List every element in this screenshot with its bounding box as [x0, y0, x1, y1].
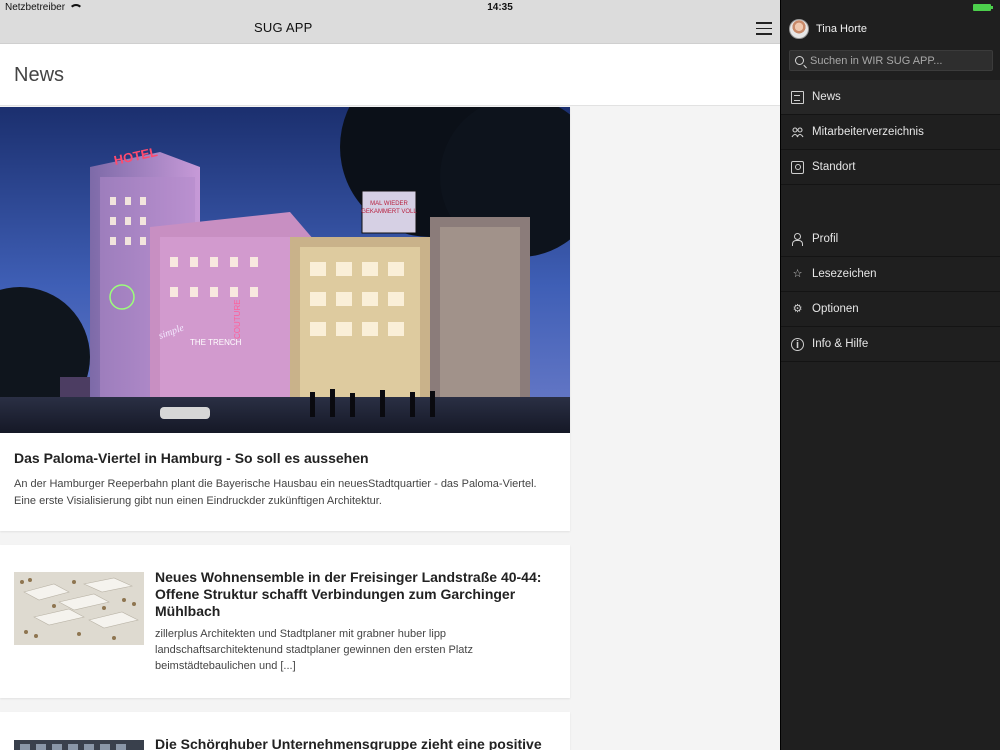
article-title[interactable]: Die Schörghuber Unternehmensgruppe zieht… [155, 736, 555, 750]
avatar[interactable] [789, 19, 809, 39]
article-image[interactable]: MAL WIEDER GEKAMMERT VOLL HOTEL simple T… [0, 107, 570, 433]
news-card[interactable]: Die Schörghuber Unternehmensgruppe zieht… [0, 712, 570, 750]
main-pane: Netzbetreiber 14:35 SUG APP News MAL WIE… [0, 0, 780, 750]
article-excerpt: zillerplus Architekten und Stadtplaner m… [155, 628, 473, 672]
drawer-item-label: Lesezeichen [812, 268, 877, 280]
drawer-item-label: Optionen [812, 303, 859, 315]
article-thumbnail[interactable] [14, 572, 144, 645]
page-title: News [14, 64, 65, 86]
drawer-item-news[interactable]: News [781, 80, 1000, 115]
article-thumbnail[interactable] [14, 740, 144, 750]
drawer-item-mitarbeiterverzeichnis[interactable]: Mitarbeiterverzeichnis [781, 115, 1000, 150]
drawer-item-label: Profil [812, 233, 839, 245]
article-title[interactable]: Neues Wohnensemble in der Freisinger Lan… [155, 569, 555, 620]
drawer-item-label: Standort [812, 161, 856, 173]
drawer-item-profil[interactable]: Profil [781, 222, 1000, 257]
article-excerpt: An der Hamburger Reeperbahn plant die Ba… [14, 478, 537, 507]
drawer-item-optionen[interactable]: ⚙ Optionen [781, 292, 1000, 327]
drawer-item-info-hilfe[interactable]: i Info & Hilfe [781, 327, 1000, 362]
article-title[interactable]: Das Paloma-Viertel in Hamburg - So soll … [14, 450, 559, 466]
drawer-item-lesezeichen[interactable]: ☆ Lesezeichen [781, 257, 1000, 292]
drawer-nav-secondary: Profil ☆ Lesezeichen ⚙ Optionen i Info &… [781, 222, 1000, 362]
map-pin-icon [791, 160, 804, 174]
drawer-item-label: Info & Hilfe [812, 338, 869, 350]
search-box[interactable] [789, 50, 993, 71]
search-input[interactable] [810, 54, 990, 67]
drawer-item-label: Mitarbeiterverzeichnis [812, 126, 924, 138]
hamburger-icon[interactable] [756, 22, 772, 36]
side-drawer: Tina Horte News Mitarbeiterverzeichnis S… [780, 0, 1000, 750]
user-profile[interactable]: Tina Horte [789, 18, 867, 40]
drawer-nav-main: News Mitarbeiterverzeichnis Standort [781, 80, 1000, 185]
drawer-item-label: News [812, 91, 841, 103]
people-icon [791, 126, 804, 139]
search-icon [795, 56, 804, 65]
status-bar: Netzbetreiber 14:35 [0, 0, 780, 16]
page-header: News [0, 44, 780, 106]
gear-icon: ⚙ [792, 302, 803, 315]
app-root: Netzbetreiber 14:35 SUG APP News MAL WIE… [0, 0, 1000, 750]
clock: 14:35 [487, 2, 513, 13]
user-icon [791, 232, 804, 246]
couture-sign: COUTURE [233, 299, 242, 339]
drawer-item-standort[interactable]: Standort [781, 150, 1000, 185]
newspaper-icon [791, 90, 804, 104]
star-icon: ☆ [792, 267, 803, 280]
news-card-featured[interactable]: MAL WIEDER GEKAMMERT VOLL HOTEL simple T… [0, 107, 570, 531]
battery-icon [973, 4, 993, 11]
user-name: Tina Horte [816, 23, 867, 35]
billboard-text-2: GEKAMMERT VOLL [361, 209, 417, 215]
top-navbar: SUG APP [0, 16, 780, 44]
news-card[interactable]: Neues Wohnensemble in der Freisinger Lan… [0, 545, 570, 698]
info-icon: i [791, 337, 804, 351]
app-title: SUG APP [254, 20, 313, 35]
billboard-text-1: MAL WIEDER [370, 201, 408, 207]
